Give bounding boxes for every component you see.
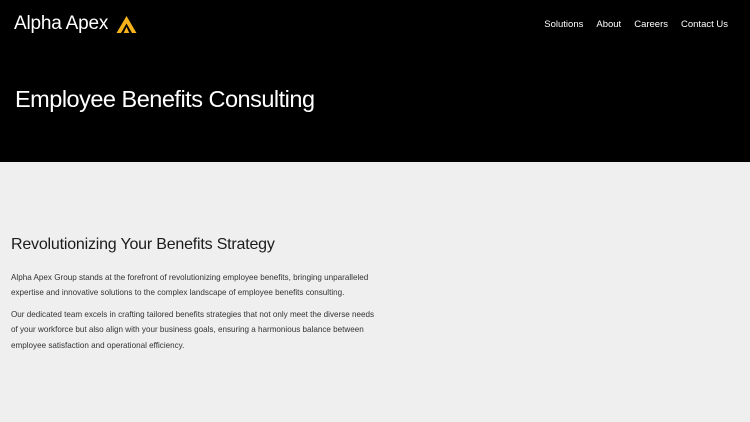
- nav-contact-us[interactable]: Contact Us: [681, 19, 728, 30]
- brand-name: Alpha Apex: [14, 13, 109, 34]
- team-paragraph: Our dedicated team excels in crafting ta…: [11, 309, 375, 350]
- nav-about[interactable]: About: [596, 19, 621, 30]
- section-heading: Revolutionizing Your Benefits Strategy: [11, 236, 275, 253]
- nav-careers[interactable]: Careers: [634, 19, 668, 30]
- intro-paragraph: Alpha Apex Group stands at the forefront…: [11, 273, 369, 298]
- page-title: Employee Benefits Consulting: [15, 86, 315, 112]
- main-content: Revolutionizing Your Benefits Strategy A…: [11, 236, 383, 353]
- nav-solutions[interactable]: Solutions: [544, 19, 583, 30]
- main-nav: Solutions About Careers Contact Us: [544, 19, 728, 30]
- apex-triangle-icon: [116, 15, 137, 33]
- hero-header: Alpha Apex Solutions About Careers Conta…: [0, 0, 750, 162]
- brand-logo[interactable]: Alpha Apex: [14, 13, 137, 35]
